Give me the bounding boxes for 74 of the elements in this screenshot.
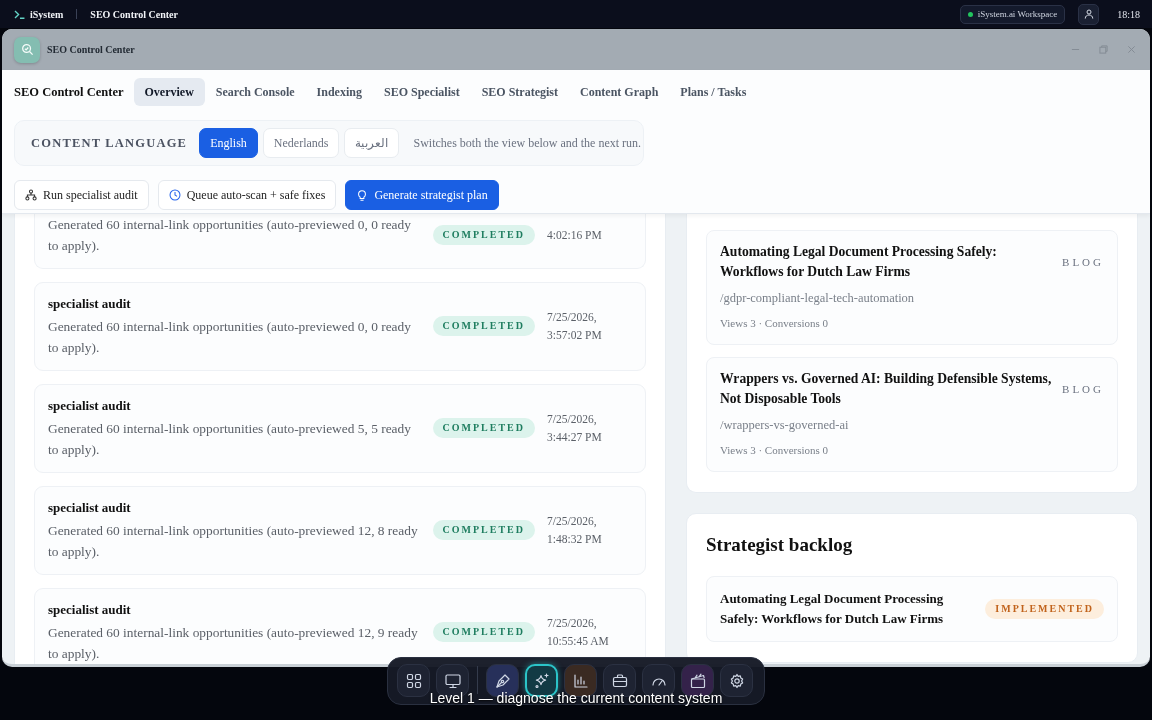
page-type: BLOG bbox=[1062, 383, 1104, 395]
run-date: 7/25/2026, bbox=[547, 412, 598, 427]
nav-tab[interactable]: Search Console bbox=[204, 78, 306, 106]
monitor-icon bbox=[444, 672, 461, 689]
run-time: 3:44:27 PM bbox=[547, 430, 603, 445]
status-badge: COMPLETED bbox=[432, 520, 535, 540]
terminal-icon bbox=[14, 9, 25, 19]
action-button[interactable]: Queue auto-scan + safe fixes bbox=[157, 180, 337, 210]
user-button[interactable] bbox=[1078, 3, 1100, 25]
status-badge: COMPLETED bbox=[432, 225, 535, 245]
hierarchy-icon bbox=[25, 189, 37, 201]
run-description: Generated 60 internal-link opportunities (auto-previewed 5, 5 ready to apply). bbox=[48, 420, 412, 459]
page-slug: /gdpr-compliant-legal-tech-automation bbox=[720, 290, 916, 307]
subtitle-caption: Level 1 — diagnose the current content system bbox=[428, 689, 724, 707]
language-hint: Switches both the view below and the next run. bbox=[413, 135, 642, 151]
page-heading: SEO Control Center bbox=[14, 84, 124, 100]
sparkle-icon bbox=[533, 672, 550, 689]
user-icon bbox=[1083, 9, 1094, 19]
context-title: SEO Control Center bbox=[90, 8, 178, 20]
run-time: 3:57:02 PM bbox=[547, 328, 603, 343]
clock-icon bbox=[168, 189, 181, 201]
status-badge: COMPLETED bbox=[432, 622, 535, 642]
search-icon bbox=[14, 36, 40, 63]
language-label: CONTENT LANGUAGE bbox=[31, 135, 188, 151]
window-title: SEO Control Center bbox=[47, 44, 135, 55]
page-stats: Views 3 · Conversions 0 bbox=[720, 316, 830, 331]
status-badge: IMPLEMENTED bbox=[985, 599, 1104, 619]
run-date: 7/25/2026, bbox=[547, 616, 598, 631]
bar-chart-icon bbox=[572, 672, 589, 689]
run-time: 1:48:32 PM bbox=[547, 532, 603, 547]
dock-button[interactable] bbox=[720, 664, 753, 697]
run-description: Generated 60 internal-link opportunities (auto-previewed 12, 9 ready to apply). bbox=[48, 624, 419, 663]
briefcase-icon bbox=[611, 672, 628, 689]
nav-tab[interactable]: Plans / Tasks bbox=[669, 78, 758, 106]
page-title: Wrappers vs. Governed AI: Building Defensible Systems, Not Disposable Tools bbox=[720, 370, 1053, 408]
run-date: 7/25/2026, bbox=[547, 514, 598, 529]
action-button[interactable]: Run specialist audit bbox=[14, 180, 149, 210]
lightbulb-icon bbox=[356, 189, 369, 201]
run-description: Generated 60 internal-link opportunities (auto-previewed 0, 0 ready to apply). bbox=[48, 318, 412, 357]
page-slug: /wrappers-vs-governed-ai bbox=[720, 417, 850, 434]
language-option[interactable]: العربية bbox=[344, 128, 400, 158]
status-dot-icon bbox=[967, 11, 973, 17]
run-title: specialist audit bbox=[48, 295, 132, 313]
nav-tab[interactable]: Indexing bbox=[305, 78, 373, 106]
grid-icon bbox=[405, 672, 422, 689]
status-badge: COMPLETED bbox=[432, 316, 535, 336]
page-title: Automating Legal Document Processing Safely: Workflows for Dutch Law Firms bbox=[720, 243, 998, 281]
settings-icon bbox=[728, 672, 745, 689]
clapperboard-icon bbox=[689, 672, 706, 689]
run-time: 10:55:45 AM bbox=[547, 634, 610, 649]
language-option[interactable]: Nederlands bbox=[262, 128, 340, 158]
run-title: specialist audit bbox=[48, 499, 132, 517]
run-title: specialist audit bbox=[48, 397, 132, 415]
nav-tab[interactable]: Overview bbox=[133, 78, 205, 106]
language-option[interactable]: English bbox=[199, 128, 258, 158]
run-time: 4:02:16 PM bbox=[547, 228, 603, 243]
workspace-button[interactable]: iSystem.ai Workspace bbox=[959, 4, 1066, 24]
run-description: Generated 60 internal-link opportunities (auto-previewed 0, 0 ready to apply). bbox=[48, 216, 412, 255]
pen-icon bbox=[494, 672, 511, 689]
action-button[interactable]: Generate strategist plan bbox=[345, 180, 499, 210]
status-badge: COMPLETED bbox=[432, 418, 535, 438]
run-date: 7/25/2026, bbox=[547, 310, 598, 325]
run-title: specialist audit bbox=[48, 601, 132, 619]
nav-tab[interactable]: Content Graph bbox=[569, 78, 670, 106]
backlog-heading: Strategist backlog bbox=[706, 533, 854, 557]
page-type: BLOG bbox=[1062, 256, 1104, 268]
dock-button[interactable] bbox=[397, 664, 430, 697]
nav-tab[interactable]: SEO Strategist bbox=[470, 78, 569, 106]
clock-time: 18:18 bbox=[1117, 8, 1140, 20]
page-stats: Views 3 · Conversions 0 bbox=[720, 443, 830, 458]
run-description: Generated 60 internal-link opportunities (auto-previewed 12, 8 ready to apply). bbox=[48, 522, 419, 561]
backlog-title: Automating Legal Document Processing Safely: Workflows for Dutch Law Firms bbox=[720, 590, 945, 628]
app-name: iSystem bbox=[30, 8, 64, 20]
nav-tab[interactable]: SEO Specialist bbox=[372, 78, 471, 106]
